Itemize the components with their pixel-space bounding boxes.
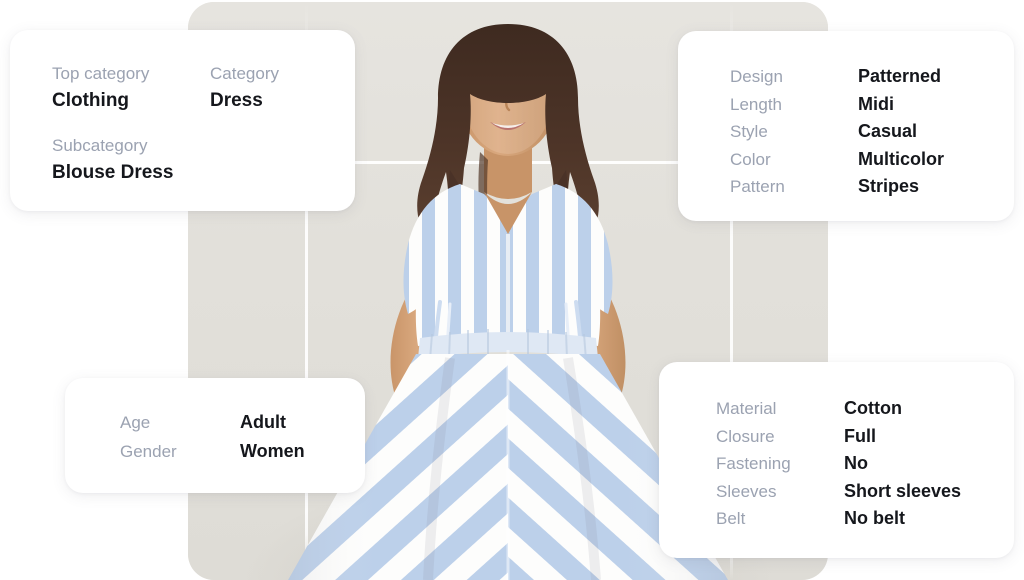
age-label: Age xyxy=(120,413,151,432)
pattern-label: Pattern xyxy=(730,177,785,196)
pattern-value: Stripes xyxy=(858,176,920,196)
length-value: Midi xyxy=(858,93,894,114)
top-category-value: Clothing xyxy=(52,90,130,111)
design-label: Design xyxy=(730,67,783,86)
construction-card[interactable]: Material Cotton Closure Full Fastening N… xyxy=(659,362,1014,558)
material-label: Material xyxy=(716,399,777,418)
attributes-grid: Design Patterned Length Midi Style Casua… xyxy=(730,63,944,201)
demographics-card[interactable]: Age Adult Gender Women xyxy=(65,378,365,493)
taxonomy-empty-cell-2 xyxy=(210,158,279,188)
belt-label: Belt xyxy=(716,509,746,529)
design-value: Patterned xyxy=(858,66,942,86)
style-value: Casual xyxy=(858,121,918,141)
subcategory-value: Blouse Dress xyxy=(52,162,174,183)
attributes-card[interactable]: Design Patterned Length Midi Style Casua… xyxy=(678,31,1014,221)
fastening-value: No xyxy=(844,453,868,474)
taxonomy-spacer xyxy=(52,116,279,134)
top-category-label: Top category xyxy=(52,64,150,83)
taxonomy-card[interactable]: Top category Category Clothing Dress Sub… xyxy=(10,30,355,211)
gender-label: Gender xyxy=(120,442,177,461)
sleeves-value: Short sleeves xyxy=(844,480,962,501)
taxonomy-empty-cell xyxy=(210,134,279,158)
demographics-grid: Age Adult Gender Women xyxy=(120,408,305,466)
category-value: Dress xyxy=(210,90,263,111)
subcategory-label: Subcategory xyxy=(52,136,148,155)
color-label: Color xyxy=(730,149,771,169)
belt-value: No belt xyxy=(844,508,905,529)
category-label: Category xyxy=(210,64,279,83)
material-value: Cotton xyxy=(844,398,902,418)
closure-value: Full xyxy=(844,425,876,446)
taxonomy-grid: Top category Category Clothing Dress Sub… xyxy=(52,62,279,188)
age-value: Adult xyxy=(240,412,286,432)
color-value: Multicolor xyxy=(858,148,944,169)
fastening-label: Fastening xyxy=(716,454,791,474)
construction-grid: Material Cotton Closure Full Fastening N… xyxy=(716,395,961,533)
length-label: Length xyxy=(730,94,782,114)
gender-value: Women xyxy=(240,441,305,461)
sleeves-label: Sleeves xyxy=(716,481,777,501)
product-tagging-stage: Top category Category Clothing Dress Sub… xyxy=(0,0,1024,580)
closure-label: Closure xyxy=(716,426,775,446)
style-label: Style xyxy=(730,122,768,141)
